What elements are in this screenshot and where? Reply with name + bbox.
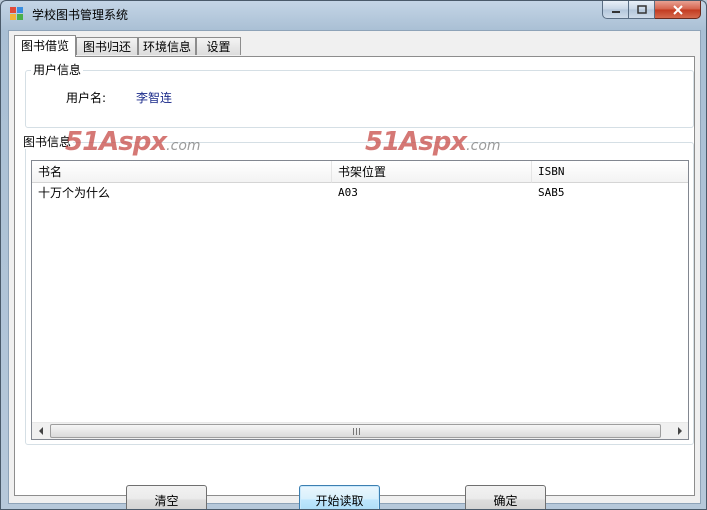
tab-book-borrow[interactable]: 图书借览 bbox=[14, 35, 76, 57]
cell-shelf: A03 bbox=[338, 186, 358, 199]
minimize-icon bbox=[611, 10, 620, 13]
maximize-icon bbox=[636, 5, 647, 14]
cell-title: 十万个为什么 bbox=[38, 186, 111, 200]
book-list-view[interactable]: 书名 书架位置 ISBN 十万个为什么 A03 SAB5 bbox=[31, 160, 689, 440]
watermark-brand: 51Aspx bbox=[65, 127, 167, 157]
username-value: 李智连 bbox=[136, 91, 173, 105]
grip-icon bbox=[352, 428, 360, 435]
tab-environment-info[interactable]: 环境信息 bbox=[138, 37, 196, 55]
column-header-title[interactable]: 书名 bbox=[32, 161, 332, 183]
confirm-button[interactable]: 确定 bbox=[465, 485, 546, 509]
title-bar[interactable]: 学校图书管理系统 bbox=[1, 1, 706, 27]
tab-book-return[interactable]: 图书归还 bbox=[76, 37, 138, 55]
tab-settings[interactable]: 设置 bbox=[196, 37, 241, 55]
start-read-button[interactable]: 开始读取 bbox=[299, 485, 380, 509]
table-row[interactable]: 十万个为什么 A03 SAB5 bbox=[32, 184, 682, 202]
cell-isbn: SAB5 bbox=[538, 186, 565, 199]
clear-button[interactable]: 清空 bbox=[126, 485, 207, 509]
scrollbar-thumb[interactable] bbox=[50, 424, 661, 438]
watermark-suffix: .com bbox=[166, 138, 201, 154]
scroll-left-button[interactable] bbox=[32, 423, 49, 439]
close-icon bbox=[672, 4, 683, 15]
column-header-isbn[interactable]: ISBN bbox=[532, 161, 688, 183]
app-window-icon bbox=[10, 7, 24, 21]
book-info-group: 图书信息 书名 书架位置 ISBN 十万个为什么 A03 SAB5 bbox=[21, 135, 694, 445]
window-title: 学校图书管理系统 bbox=[32, 8, 129, 22]
maximize-button[interactable] bbox=[629, 1, 655, 19]
scroll-left-icon bbox=[38, 427, 43, 435]
tab-page-borrow: 用户信息 用户名: 李智连 51Aspx.com 51Aspx.com 图书信息… bbox=[14, 56, 695, 509]
scroll-right-icon bbox=[677, 427, 682, 435]
user-info-group: 用户信息 用户名: 李智连 bbox=[25, 63, 694, 128]
caption-buttons bbox=[602, 1, 701, 20]
watermark-logo: 51Aspx.com bbox=[365, 127, 501, 157]
watermark-suffix: .com bbox=[466, 138, 501, 154]
scroll-right-button[interactable] bbox=[671, 423, 688, 439]
client-area: 图书借览 图书归还 环境信息 设置 用户信息 用户名: 李智连 51Aspx.c… bbox=[8, 30, 701, 509]
main-window: 学校图书管理系统 图书借览 图书归还 环境信息 设置 用户信息 用户名: 李智连 bbox=[0, 0, 707, 510]
minimize-button[interactable] bbox=[602, 1, 629, 19]
username-label: 用户名: bbox=[66, 91, 107, 105]
close-button[interactable] bbox=[655, 1, 701, 19]
column-header-shelf[interactable]: 书架位置 bbox=[332, 161, 532, 183]
watermark-brand: 51Aspx bbox=[365, 127, 467, 157]
watermark-logo: 51Aspx.com bbox=[65, 127, 201, 157]
list-header: 书名 书架位置 ISBN bbox=[32, 161, 688, 183]
horizontal-scrollbar[interactable] bbox=[32, 422, 688, 439]
user-info-group-title: 用户信息 bbox=[31, 63, 84, 77]
